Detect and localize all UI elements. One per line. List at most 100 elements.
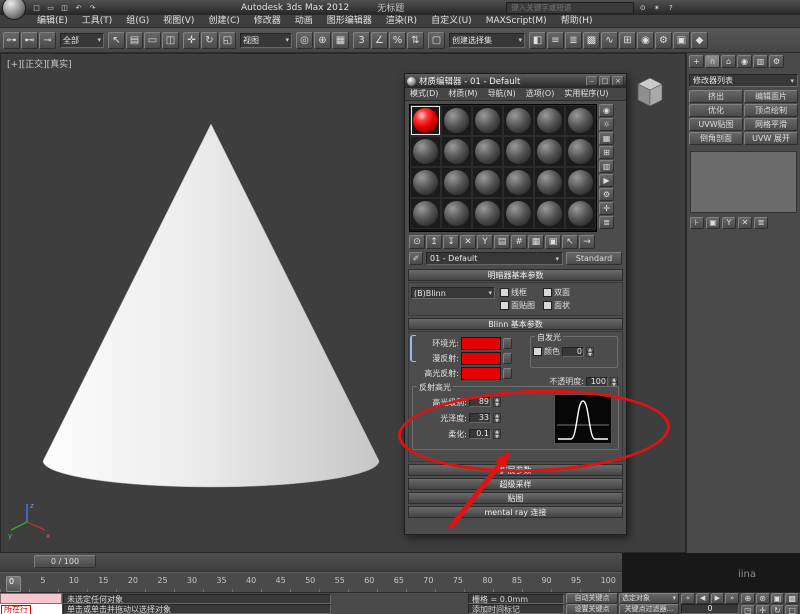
select-by-name-icon[interactable]: ▤ bbox=[126, 31, 143, 49]
configure-modifier-sets-icon[interactable]: ≣ bbox=[754, 217, 768, 229]
auto-key-button[interactable]: 自动关键点 bbox=[566, 593, 618, 604]
maximize-viewport-icon[interactable]: □ bbox=[785, 605, 799, 614]
lock-icon[interactable] bbox=[503, 353, 512, 364]
redo-icon[interactable]: ↷ bbox=[86, 2, 99, 13]
material-sample-slot[interactable] bbox=[503, 198, 534, 229]
select-and-scale-icon[interactable]: ◱ bbox=[219, 31, 236, 49]
material-editor-menu-item[interactable]: 模式(D) bbox=[405, 88, 443, 100]
select-by-material-icon[interactable]: ✛ bbox=[599, 202, 614, 215]
tab-create[interactable]: + bbox=[689, 55, 704, 68]
show-in-viewport-icon[interactable]: ▦ bbox=[528, 235, 544, 249]
zoom-icon[interactable]: ⊕ bbox=[741, 593, 755, 604]
tab-utilities[interactable]: ⚙ bbox=[769, 55, 784, 68]
edit-named-selections-icon[interactable]: ▢ bbox=[428, 31, 445, 49]
show-end-result-icon[interactable]: ▣ bbox=[706, 217, 720, 229]
modifier-button[interactable]: 挤出 bbox=[689, 90, 743, 103]
material-sample-slot[interactable] bbox=[534, 105, 565, 136]
menu-item[interactable]: 图形编辑器 bbox=[320, 15, 379, 28]
material-sample-slot[interactable] bbox=[534, 198, 565, 229]
minimize-button[interactable]: – bbox=[586, 76, 598, 86]
sample-tiling-icon[interactable]: ⊞ bbox=[599, 146, 614, 159]
select-and-manipulate-icon[interactable]: ⊕ bbox=[314, 31, 331, 49]
opacity-value[interactable]: 100 bbox=[586, 376, 608, 387]
checkbox-box[interactable] bbox=[543, 301, 552, 310]
spinner-arrows[interactable]: ▲ ▼ bbox=[493, 429, 501, 440]
ambient-diffuse-lock-icon[interactable] bbox=[410, 335, 416, 362]
search-input[interactable] bbox=[509, 2, 632, 13]
remove-modifier-icon[interactable]: ✕ bbox=[738, 217, 752, 229]
modifier-button[interactable]: 优化 bbox=[689, 104, 743, 117]
put-to-library-icon[interactable]: ▤ bbox=[494, 235, 510, 249]
menu-item[interactable]: MAXScript(M) bbox=[479, 15, 554, 28]
go-to-parent-icon[interactable]: ↖ bbox=[562, 235, 578, 249]
make-preview-icon[interactable]: ▶ bbox=[599, 174, 614, 187]
material-type-button[interactable]: Standard bbox=[566, 252, 622, 265]
use-pivot-center-icon[interactable]: ◎ bbox=[296, 31, 313, 49]
modifier-button[interactable]: 编辑面片 bbox=[744, 90, 798, 103]
search-icon[interactable]: ⊙ bbox=[636, 2, 649, 13]
material-sample-slot[interactable] bbox=[410, 167, 441, 198]
menu-item[interactable]: 帮助(H) bbox=[554, 15, 600, 28]
select-object-icon[interactable]: ↖ bbox=[108, 31, 125, 49]
material-sample-slot[interactable] bbox=[441, 167, 472, 198]
align-icon[interactable]: ≡ bbox=[547, 31, 564, 49]
set-key-button[interactable]: 设置关键点 bbox=[566, 604, 618, 614]
menu-item[interactable]: 自定义(U) bbox=[424, 15, 479, 28]
go-forward-icon[interactable]: → bbox=[579, 235, 595, 249]
menu-item[interactable]: 组(G) bbox=[119, 15, 156, 28]
spinner-snap-icon[interactable]: ⇅ bbox=[407, 31, 424, 49]
material-sample-slot[interactable] bbox=[441, 136, 472, 167]
zoom-all-icon[interactable]: ⊛ bbox=[755, 593, 770, 604]
spinner-arrows[interactable]: ▲ ▼ bbox=[493, 413, 501, 424]
tab-motion[interactable]: ◉ bbox=[737, 55, 752, 68]
material-sample-slot[interactable] bbox=[503, 105, 534, 136]
menu-item[interactable]: 视图(V) bbox=[156, 15, 201, 28]
window-crossing-icon[interactable]: ◫ bbox=[162, 31, 179, 49]
zoom-region-icon[interactable]: ◳ bbox=[741, 605, 755, 614]
specular-param-value[interactable]: 0.1 bbox=[469, 429, 491, 439]
orbit-icon[interactable]: ↻ bbox=[770, 605, 785, 614]
options-icon[interactable]: ⚙ bbox=[599, 188, 614, 201]
material-sample-slot[interactable] bbox=[410, 136, 441, 167]
graphite-ribbon-icon[interactable]: ▩ bbox=[583, 31, 600, 49]
material-sample-slot[interactable] bbox=[472, 198, 503, 229]
time-slider[interactable]: 0 / 100 bbox=[34, 555, 96, 568]
material-sample-slot[interactable] bbox=[565, 136, 596, 167]
get-material-icon[interactable]: ⊙ bbox=[409, 235, 425, 249]
color-swatch[interactable] bbox=[461, 352, 501, 365]
checkbox-box[interactable] bbox=[500, 288, 509, 297]
shader-checkbox[interactable]: 双面 bbox=[543, 287, 578, 298]
prev-frame-icon[interactable]: ◀ bbox=[695, 593, 710, 604]
render-setup-icon[interactable]: ⚙ bbox=[655, 31, 672, 49]
menu-item[interactable]: 渲染(R) bbox=[379, 15, 424, 28]
modifier-button[interactable]: 顶点绘制 bbox=[744, 104, 798, 117]
unlink-selection-icon[interactable]: ⊷ bbox=[21, 31, 38, 49]
bind-to-space-warp-icon[interactable]: ⊸ bbox=[39, 31, 56, 49]
sample-type-icon[interactable]: ◉ bbox=[599, 104, 614, 117]
menu-item[interactable]: 创建(C) bbox=[201, 15, 246, 28]
collapsed-rollout[interactable]: 扩展参数 bbox=[408, 464, 623, 476]
close-button[interactable]: × bbox=[612, 76, 624, 86]
curve-editor-icon[interactable]: ∿ bbox=[601, 31, 618, 49]
make-unique-icon[interactable]: Y bbox=[477, 235, 493, 249]
material-sample-slot[interactable] bbox=[472, 105, 503, 136]
backlight-icon[interactable]: ☼ bbox=[599, 118, 614, 131]
material-sample-slot[interactable] bbox=[534, 167, 565, 198]
go-start-icon[interactable]: « bbox=[681, 593, 695, 604]
cone-object[interactable] bbox=[26, 116, 396, 496]
shader-checkbox[interactable]: 线框 bbox=[500, 287, 535, 298]
material-name-dropdown[interactable]: 01 - Default ▾ bbox=[426, 252, 563, 265]
help-icon[interactable]: ? bbox=[664, 2, 677, 13]
coord-system-dropdown[interactable]: 视图 ▾ bbox=[240, 32, 292, 48]
material-sample-slot[interactable] bbox=[472, 167, 503, 198]
save-file-icon[interactable]: ◫ bbox=[58, 2, 71, 13]
snaps-toggle-icon[interactable]: 3 bbox=[353, 31, 370, 49]
tab-display[interactable]: ▥ bbox=[753, 55, 768, 68]
material-sample-slot[interactable] bbox=[472, 136, 503, 167]
reset-map-icon[interactable]: ✕ bbox=[460, 235, 476, 249]
modifier-button[interactable]: 网格平滑 bbox=[744, 118, 798, 131]
selection-filter-dropdown[interactable]: 全部 ▾ bbox=[60, 32, 104, 48]
rendered-frame-icon[interactable]: ▣ bbox=[673, 31, 690, 49]
modifier-stack[interactable] bbox=[690, 151, 797, 213]
collapsed-rollout[interactable]: 贴图 bbox=[408, 492, 623, 504]
